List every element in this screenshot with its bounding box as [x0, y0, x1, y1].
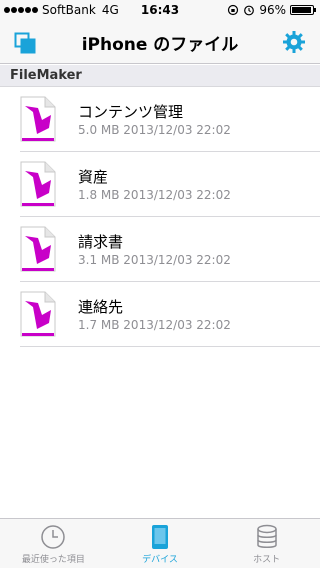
- battery-fill: [292, 7, 312, 13]
- battery-percent: 96%: [259, 3, 286, 17]
- file-row[interactable]: 連絡先 1.7 MB 2013/12/03 22:02: [0, 282, 320, 347]
- screen: SoftBank 4G 16:43 96% iPhone のファイル FileM…: [0, 0, 320, 568]
- file-name: コンテンツ管理: [78, 103, 184, 121]
- file-row[interactable]: コンテンツ管理 5.0 MB 2013/12/03 22:02: [0, 87, 320, 152]
- tab-host[interactable]: ホスト: [213, 519, 320, 568]
- tab-device[interactable]: デバイス: [107, 519, 214, 568]
- filemaker-file-icon: [20, 161, 56, 207]
- nav-bar: iPhone のファイル: [0, 20, 320, 64]
- file-list: コンテンツ管理 5.0 MB 2013/12/03 22:02 資産 1.8 M…: [0, 87, 320, 347]
- section-header: FileMaker: [0, 65, 320, 87]
- status-right: 96%: [227, 3, 316, 17]
- gear-icon[interactable]: [282, 30, 306, 54]
- status-bar: SoftBank 4G 16:43 96%: [0, 0, 320, 20]
- file-meta: 1.8 MB 2013/12/03 22:02: [78, 188, 231, 202]
- file-name: 連絡先: [78, 298, 124, 316]
- device-icon: [152, 525, 168, 549]
- tab-label: 最近使った項目: [21, 555, 85, 565]
- file-meta: 5.0 MB 2013/12/03 22:02: [78, 123, 231, 137]
- alarm-icon: [244, 5, 255, 16]
- clock-icon: [41, 525, 66, 549]
- file-meta: 3.1 MB 2013/12/03 22:02: [78, 253, 231, 267]
- filemaker-file-icon: [20, 96, 56, 142]
- filemaker-file-icon: [20, 291, 56, 337]
- tab-label: デバイス: [142, 555, 178, 565]
- file-name: 資産: [78, 168, 109, 186]
- orientation-lock-icon: [228, 4, 239, 16]
- tab-bar: 最近使った項目 デバイス ホスト: [0, 518, 320, 568]
- file-row[interactable]: 資産 1.8 MB 2013/12/03 22:02: [0, 152, 320, 217]
- tab-label: ホスト: [253, 555, 281, 565]
- tab-recent[interactable]: 最近使った項目: [0, 519, 107, 568]
- file-name: 請求書: [78, 233, 124, 251]
- battery-icon: [290, 5, 316, 15]
- file-row[interactable]: 請求書 3.1 MB 2013/12/03 22:02: [0, 217, 320, 282]
- file-meta: 1.7 MB 2013/12/03 22:02: [78, 318, 231, 332]
- page-title: iPhone のファイル: [81, 35, 239, 55]
- database-icon: [256, 524, 277, 548]
- filemaker-file-icon: [20, 226, 56, 272]
